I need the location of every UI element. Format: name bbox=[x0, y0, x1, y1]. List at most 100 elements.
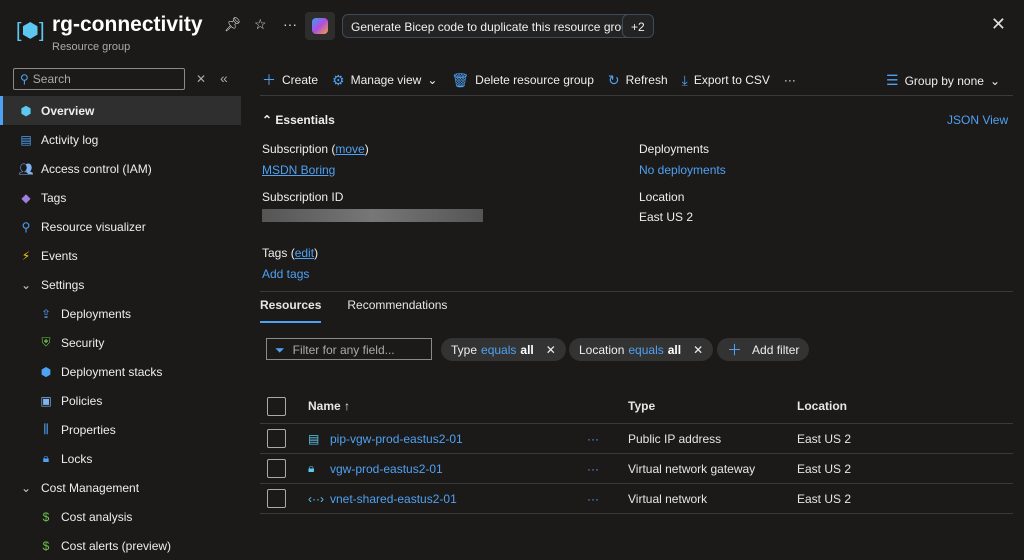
sidebar-item-label: Deployments bbox=[61, 306, 132, 321]
tags-label: Tags (edit) bbox=[262, 246, 319, 260]
divider bbox=[260, 291, 1013, 292]
copilot-prompt-button[interactable]: Generate Bicep code to duplicate this re… bbox=[342, 14, 647, 38]
filter-input[interactable]: ⏷ Filter for any field... bbox=[266, 338, 432, 360]
tab-recommendations[interactable]: Recommendations bbox=[347, 298, 447, 323]
row-more-icon[interactable]: ··· bbox=[587, 462, 599, 476]
alert-icon: $ bbox=[42, 538, 50, 553]
page-subtitle: Resource group bbox=[52, 41, 131, 53]
star-icon[interactable]: ☆ bbox=[254, 16, 267, 33]
deployments-label: Deployments bbox=[639, 142, 710, 156]
sidebar-item-security[interactable]: ⛨ Security bbox=[0, 328, 241, 357]
deployments-link[interactable]: No deployments bbox=[639, 163, 726, 177]
row-checkbox[interactable] bbox=[267, 429, 286, 448]
sidebar-item-label: Security bbox=[61, 335, 105, 350]
tab-resources[interactable]: Resources bbox=[260, 298, 322, 323]
sidebar-item-deployment-stacks[interactable]: ⬢ Deployment stacks bbox=[0, 357, 241, 386]
location-value: East US 2 bbox=[639, 210, 694, 224]
divider bbox=[260, 95, 1013, 96]
sidebar-item-policies[interactable]: ▣ Policies bbox=[0, 386, 241, 415]
sidebar-item-label: Cost analysis bbox=[61, 509, 133, 524]
sidebar-item-activity-log[interactable]: ▤ Activity log bbox=[0, 125, 241, 154]
sidebar-item-settings[interactable]: ⌄ Settings bbox=[0, 270, 241, 299]
list-icon: ☰ bbox=[886, 72, 899, 88]
more-prompts-button[interactable]: +2 bbox=[622, 14, 654, 38]
cube-icon: ⬢ bbox=[40, 364, 52, 379]
essentials-toggle[interactable]: ⌃ Essentials bbox=[262, 113, 335, 127]
remove-filter-icon[interactable]: ✕ bbox=[546, 343, 556, 357]
sidebar-item-label: Access control (IAM) bbox=[41, 161, 152, 176]
name-column-header[interactable]: Name ↑ bbox=[308, 399, 350, 413]
sidebar-item-label: Overview bbox=[41, 103, 95, 118]
download-icon: ⤓ bbox=[681, 71, 688, 88]
add-tags-link[interactable]: Add tags bbox=[262, 267, 309, 281]
sidebar-item-cost-management[interactable]: ⌄ Cost Management bbox=[0, 473, 241, 502]
visualizer-icon: ⚲ bbox=[21, 219, 31, 234]
subscription-link[interactable]: MSDN Boring bbox=[262, 163, 335, 177]
resource-group-icon: ⬢ bbox=[20, 103, 32, 118]
row-checkbox[interactable] bbox=[267, 459, 286, 478]
chevron-down-icon: ⌄ bbox=[989, 73, 1001, 88]
edit-tags-link[interactable]: edit bbox=[295, 246, 314, 260]
close-icon[interactable]: ✕ bbox=[991, 14, 1006, 35]
resource-name-link[interactable]: pip-vgw-prod-eastus2-01 bbox=[330, 432, 463, 446]
sidebar-item-label: Deployment stacks bbox=[61, 364, 163, 379]
clear-search-icon[interactable]: ✕ bbox=[196, 72, 206, 86]
redacted-subscription-id bbox=[262, 209, 483, 222]
resource-location: East US 2 bbox=[797, 461, 852, 476]
add-filter-button[interactable]: ＋ Add filter bbox=[717, 338, 810, 361]
sidebar-item-deployments[interactable]: ⇪ Deployments bbox=[0, 299, 241, 328]
sidebar-item-cost-alerts-preview[interactable]: $ Cost alerts (preview) bbox=[0, 531, 241, 560]
move-link[interactable]: move bbox=[335, 142, 364, 156]
table-row: ▤ pip-vgw-prod-eastus2-01 ··· Public IP … bbox=[260, 424, 1013, 454]
chevron-down-icon: ⌄ bbox=[427, 73, 438, 87]
group-by-dropdown[interactable]: ☰ Group by none ⌄ bbox=[886, 72, 1000, 89]
type-filter-chip[interactable]: Type equals all ✕ bbox=[441, 338, 566, 361]
export-csv-button[interactable]: ⤓ Export to CSV bbox=[682, 70, 770, 90]
sidebar-item-overview[interactable]: ⬢ Overview bbox=[0, 96, 241, 125]
delete-resource-group-button[interactable]: 🗑︎ Delete resource group bbox=[451, 70, 594, 90]
json-view-link[interactable]: JSON View bbox=[947, 113, 1008, 127]
row-more-icon[interactable]: ··· bbox=[587, 432, 599, 446]
sidebar-search-input[interactable]: ⚲ Search bbox=[13, 68, 185, 90]
activity-log-icon: ▤ bbox=[20, 132, 32, 147]
sidebar-item-resource-visualizer[interactable]: ⚲ Resource visualizer bbox=[0, 212, 241, 241]
remove-filter-icon[interactable]: ✕ bbox=[693, 343, 703, 357]
location-column-header[interactable]: Location bbox=[797, 399, 847, 413]
manage-view-button[interactable]: ⚙ Manage view ⌄ bbox=[332, 70, 437, 90]
sidebar-item-access-control-iam[interactable]: 👥︎ Access control (IAM) bbox=[0, 154, 241, 183]
resource-name-link[interactable]: vgw-prod-eastus2-01 bbox=[330, 462, 443, 476]
copilot-button[interactable] bbox=[305, 12, 335, 40]
plus-icon: ＋ bbox=[727, 342, 743, 359]
policy-icon: ▣ bbox=[40, 393, 52, 408]
sidebar-item-label: Cost Management bbox=[41, 480, 140, 495]
location-filter-chip[interactable]: Location equals all ✕ bbox=[569, 338, 714, 361]
sidebar-item-label: Policies bbox=[61, 393, 103, 408]
lock-icon: 🔒︎ bbox=[42, 451, 50, 465]
sidebar-item-cost-analysis[interactable]: $ Cost analysis bbox=[0, 502, 241, 531]
page-title: rg-connectivity bbox=[52, 13, 203, 36]
type-column-header[interactable]: Type bbox=[628, 399, 655, 413]
sidebar-item-properties[interactable]: ⫼ Properties bbox=[0, 415, 241, 444]
create-button[interactable]: ＋ Create bbox=[262, 70, 318, 90]
filter-icon: ⏷ bbox=[275, 343, 285, 357]
sidebar-item-events[interactable]: ⚡︎ Events bbox=[0, 241, 241, 270]
sliders-icon: ⫼ bbox=[43, 422, 49, 436]
row-checkbox[interactable] bbox=[267, 489, 286, 508]
sidebar-nav: ⬢ Overview ▤ Activity log 👥︎ Access control (… bbox=[0, 96, 241, 560]
toolbar: ＋ Create ⚙ Manage view ⌄ 🗑︎ Delete resource … bbox=[262, 70, 810, 90]
pin-icon[interactable]: 📌︎ bbox=[224, 16, 242, 33]
chevron-down-icon: ⌄ bbox=[20, 277, 32, 292]
more-icon[interactable]: ··· bbox=[283, 16, 297, 32]
collapse-sidebar-icon[interactable]: « bbox=[220, 70, 228, 86]
resource-name-link[interactable]: vnet-shared-eastus2-01 bbox=[330, 492, 457, 506]
more-actions-button[interactable]: ··· bbox=[784, 70, 796, 90]
row-more-icon[interactable]: ··· bbox=[587, 492, 599, 506]
select-all-checkbox[interactable] bbox=[267, 396, 286, 416]
sidebar-item-locks[interactable]: 🔒︎ Locks bbox=[0, 444, 241, 473]
refresh-button[interactable]: ↻ Refresh bbox=[608, 70, 668, 90]
resource-type: Virtual network gateway bbox=[628, 461, 756, 476]
subscription-label: Subscription (move) bbox=[262, 142, 369, 156]
sidebar-item-tags[interactable]: ◆ Tags bbox=[0, 183, 241, 212]
tag-icon: ◆ bbox=[21, 190, 31, 205]
resource-location: East US 2 bbox=[797, 491, 852, 506]
